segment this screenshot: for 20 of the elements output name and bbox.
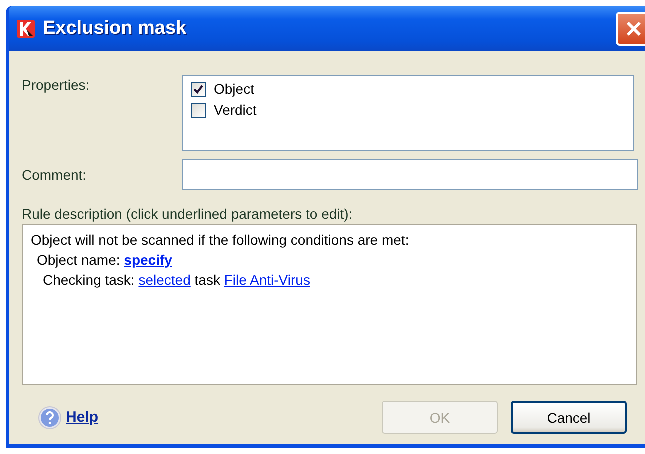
help-link[interactable]: Help	[66, 409, 99, 426]
parameter-link[interactable]: File Anti-Virus	[224, 272, 310, 288]
rule-description-label: Rule description (click underlined parameters to edit):	[22, 206, 354, 222]
checkbox-label: Verdict	[214, 102, 257, 118]
close-button[interactable]	[616, 12, 645, 46]
comment-label: Comment:	[22, 166, 88, 182]
checkbox-label: Object	[214, 81, 254, 97]
window-title: Exclusion mask	[43, 18, 187, 40]
rule-line: Object will not be scanned if the following conditions are met:	[31, 231, 410, 250]
checkbox[interactable]	[191, 82, 206, 96]
comment-field[interactable]	[182, 159, 638, 190]
parameter-link[interactable]: selected	[138, 272, 191, 288]
properties-label: Properties:	[22, 76, 91, 95]
rule-line: Object name: specify	[36, 251, 174, 270]
rule-line: Checking task: selected task File Anti-Virus	[42, 271, 312, 290]
help-icon	[38, 406, 62, 430]
checkbox[interactable]	[191, 102, 206, 118]
dialog-button[interactable]: Cancel	[511, 401, 627, 434]
parameter-link[interactable]: specify	[124, 252, 172, 268]
logo-icon	[17, 20, 35, 38]
